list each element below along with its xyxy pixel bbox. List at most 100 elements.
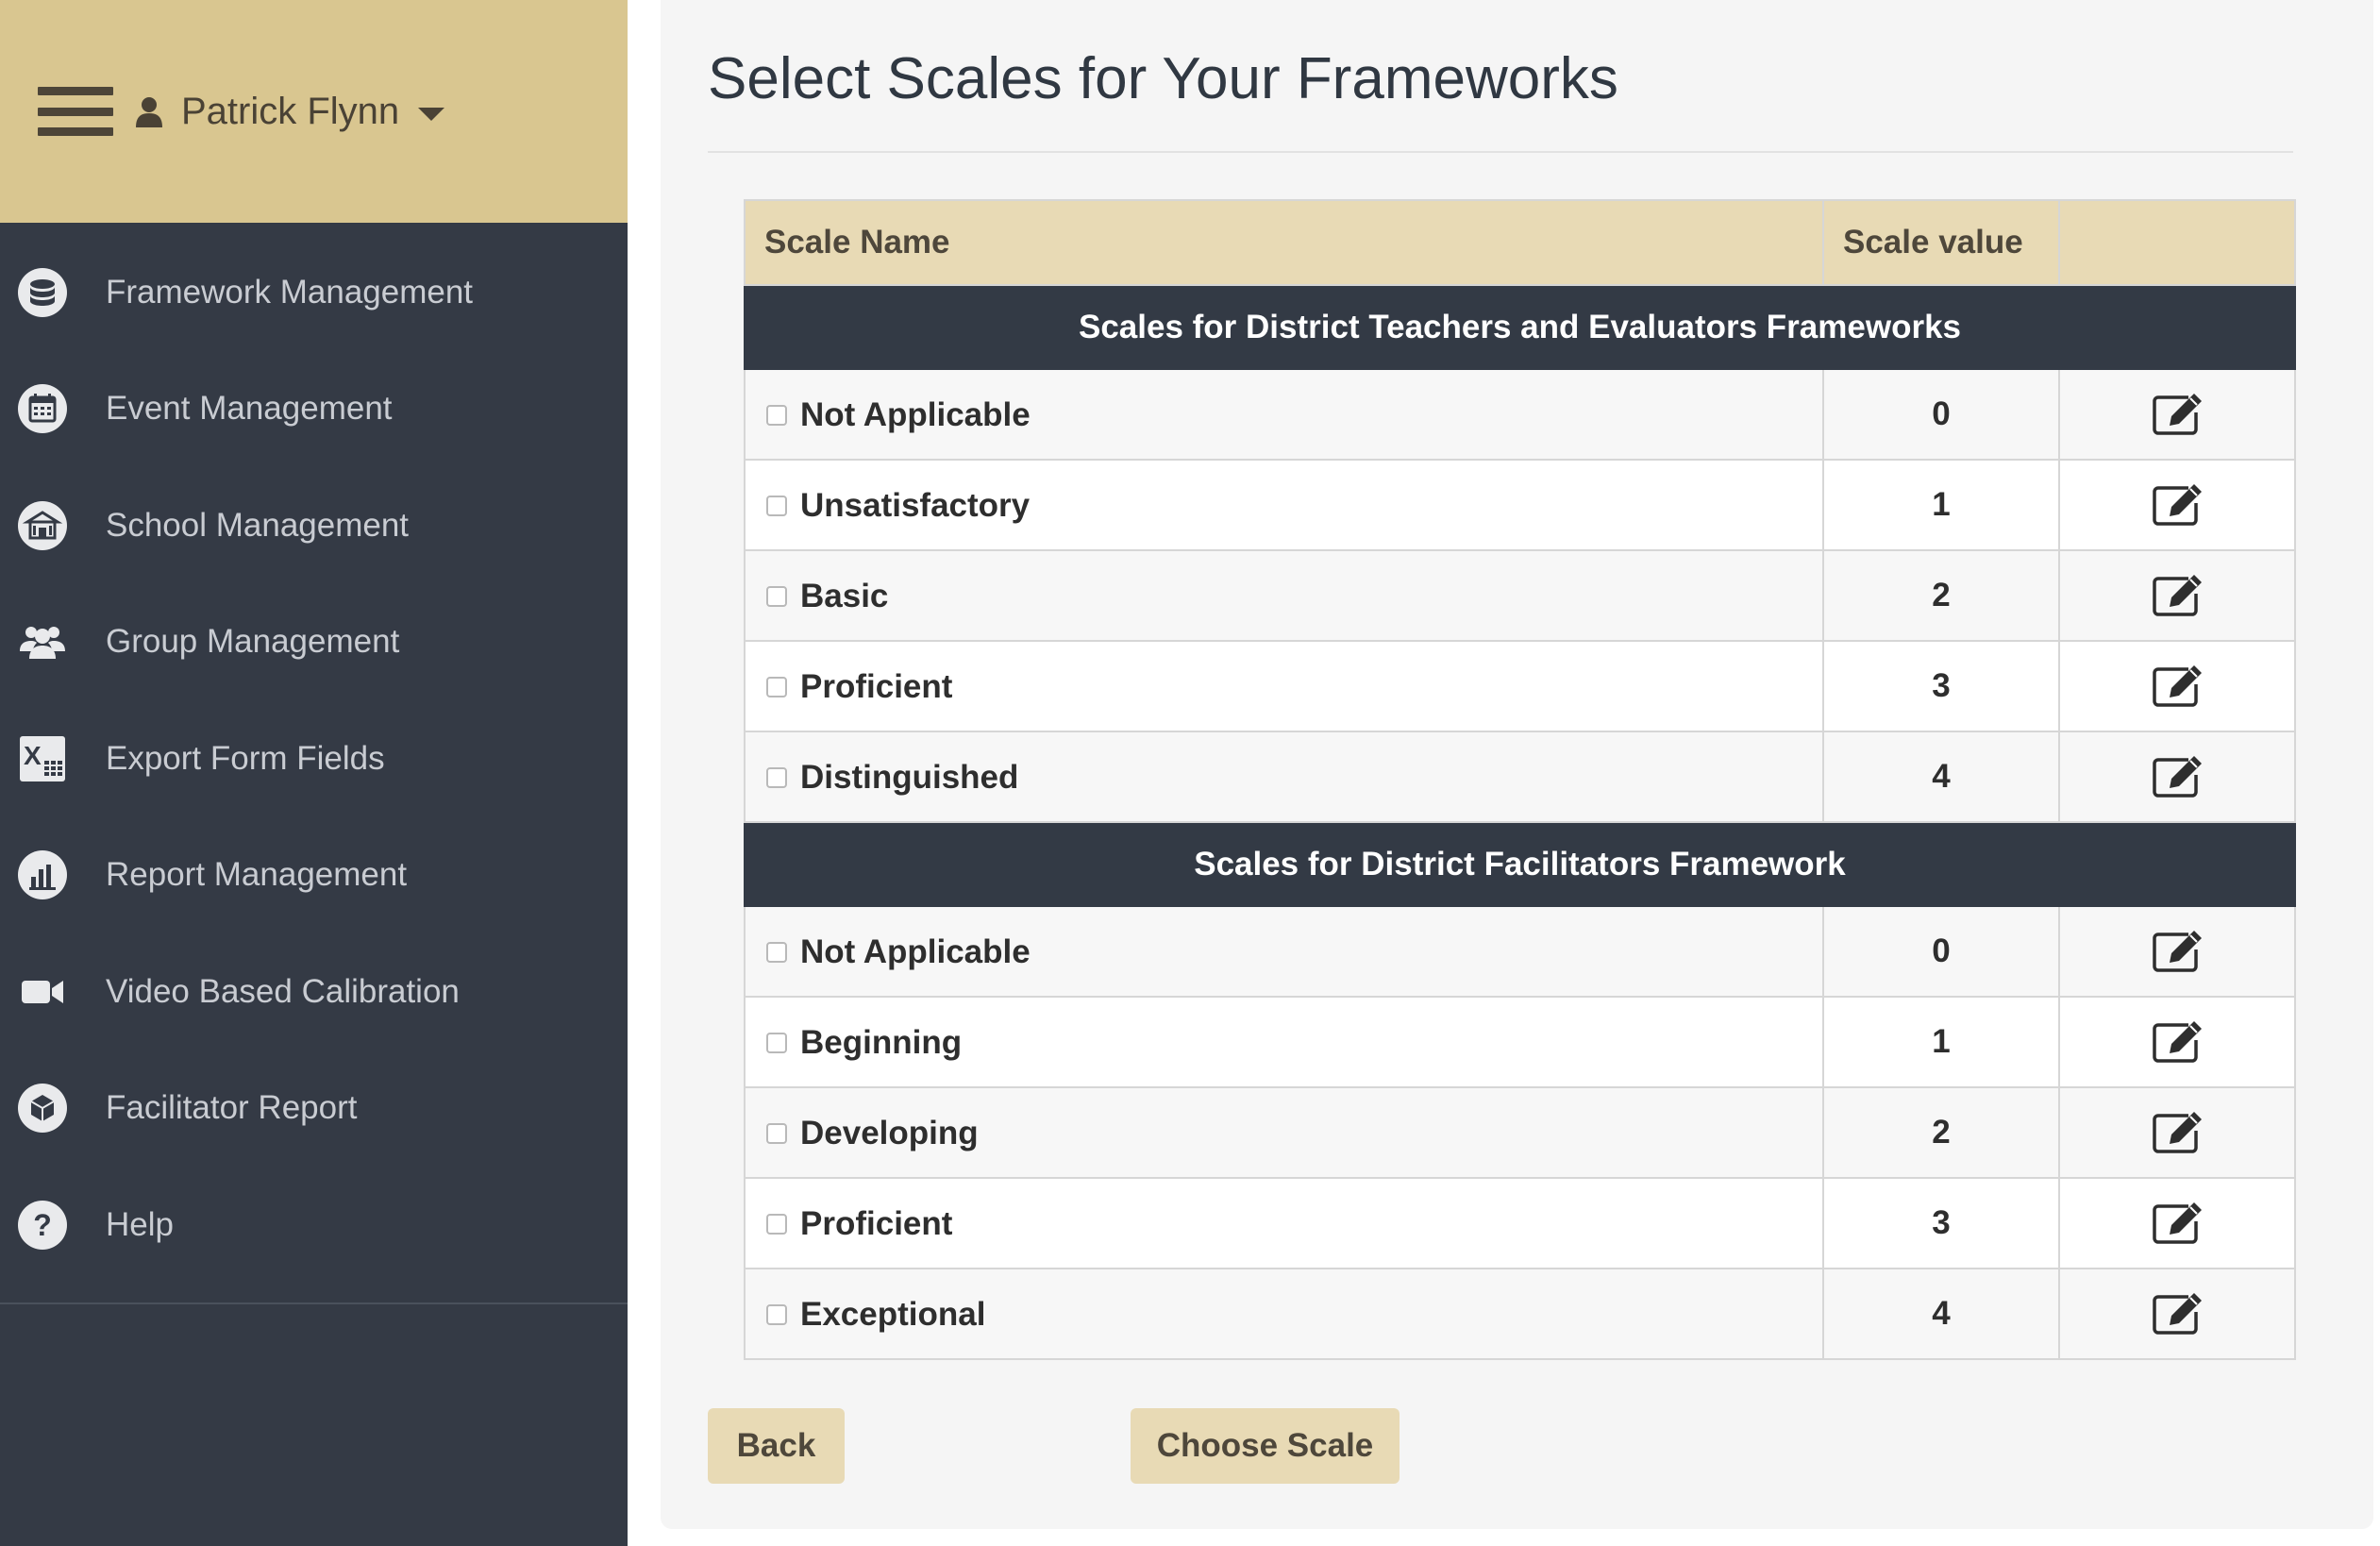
sidebar-item-label: Facilitator Report [106, 1089, 358, 1127]
scale-name: Proficient [800, 1204, 953, 1242]
chevron-down-icon[interactable] [418, 108, 445, 121]
sidebar: Patrick Flynn Framework Management Event… [0, 0, 628, 1546]
sidebar-item-event-management[interactable]: Event Management [0, 351, 628, 468]
calendar-icon [15, 381, 70, 436]
scale-name: Basic [800, 577, 889, 614]
column-header-scale-name: Scale Name [744, 199, 1824, 286]
hamburger-menu-icon[interactable] [38, 87, 113, 136]
edit-icon[interactable] [2151, 575, 2204, 616]
scale-value: 2 [1822, 549, 2060, 642]
edit-icon[interactable] [2151, 484, 2204, 526]
edit-cell [2058, 459, 2296, 551]
users-icon [15, 614, 70, 669]
bar-chart-icon [15, 848, 70, 902]
scale-checkbox[interactable] [766, 941, 787, 963]
svg-text:X: X [24, 741, 42, 770]
edit-icon[interactable] [2151, 1021, 2204, 1063]
sidebar-item-label: Event Management [106, 390, 393, 428]
table-row: Distinguished 4 [744, 731, 2296, 823]
back-button[interactable]: Back [708, 1408, 845, 1484]
scale-value: 4 [1822, 731, 2060, 823]
sidebar-item-facilitator-report[interactable]: Facilitator Report [0, 1050, 628, 1168]
scale-name: Exceptional [800, 1295, 986, 1333]
question-icon: ? [15, 1198, 70, 1252]
scale-value: 0 [1822, 368, 2060, 461]
column-header-scale-value: Scale value [1822, 199, 2060, 286]
edit-cell [2058, 640, 2296, 732]
sidebar-header: Patrick Flynn [0, 0, 628, 223]
scale-value: 1 [1822, 459, 2060, 551]
table-row: Unsatisfactory 1 [744, 459, 2296, 551]
choose-scale-button[interactable]: Choose Scale [1131, 1408, 1400, 1484]
scale-checkbox[interactable] [766, 676, 787, 697]
table-row: Exceptional 4 [744, 1268, 2296, 1360]
edit-icon[interactable] [2151, 1293, 2204, 1335]
scale-name-cell: Not Applicable [744, 905, 1824, 998]
video-camera-icon [15, 965, 70, 1019]
edit-icon[interactable] [2151, 931, 2204, 972]
sidebar-item-school-management[interactable]: School Management [0, 467, 628, 584]
scale-name-cell: Not Applicable [744, 368, 1824, 461]
scale-value: 3 [1822, 1177, 2060, 1269]
scale-checkbox[interactable] [766, 766, 787, 788]
scale-value: 4 [1822, 1268, 2060, 1360]
edit-icon[interactable] [2151, 665, 2204, 707]
sidebar-item-help[interactable]: ? Help [0, 1167, 628, 1284]
scales-table: Scale Name Scale value Scales for Distri… [744, 199, 2296, 1360]
user-name[interactable]: Patrick Flynn [181, 91, 399, 133]
group-header-row: Scales for District Teachers and Evaluat… [744, 284, 2296, 370]
edit-icon[interactable] [2151, 1202, 2204, 1244]
column-header-actions [2058, 199, 2296, 286]
scale-checkbox[interactable] [766, 1122, 787, 1144]
scale-checkbox[interactable] [766, 1032, 787, 1053]
sidebar-item-framework-management[interactable]: Framework Management [0, 234, 628, 351]
table-row: Developing 2 [744, 1086, 2296, 1179]
edit-cell [2058, 1268, 2296, 1360]
school-icon [15, 498, 70, 553]
scale-name-cell: Basic [744, 549, 1824, 642]
table-row: Basic 2 [744, 549, 2296, 642]
scale-name: Not Applicable [800, 933, 1031, 970]
edit-icon[interactable] [2151, 1112, 2204, 1153]
sidebar-divider [0, 1302, 628, 1304]
scale-name: Beginning [800, 1023, 963, 1061]
scale-name: Not Applicable [800, 395, 1031, 433]
sidebar-item-label: School Management [106, 506, 410, 544]
report-cube-icon [15, 1081, 70, 1135]
edit-cell [2058, 731, 2296, 823]
scale-name-cell: Exceptional [744, 1268, 1824, 1360]
scale-name-cell: Distinguished [744, 731, 1824, 823]
scale-checkbox[interactable] [766, 1213, 787, 1235]
scale-name: Distinguished [800, 758, 1019, 796]
scale-value: 0 [1822, 905, 2060, 998]
scale-name-cell: Proficient [744, 640, 1824, 732]
page-title: Select Scales for Your Frameworks [708, 46, 1618, 111]
sidebar-item-video-based-calibration[interactable]: Video Based Calibration [0, 933, 628, 1050]
edit-cell [2058, 549, 2296, 642]
scale-checkbox[interactable] [766, 495, 787, 516]
sidebar-item-report-management[interactable]: Report Management [0, 817, 628, 934]
sidebar-item-group-management[interactable]: Group Management [0, 584, 628, 701]
edit-cell [2058, 1086, 2296, 1179]
scale-name-cell: Beginning [744, 996, 1824, 1088]
sidebar-item-label: Report Management [106, 856, 408, 894]
svg-text:?: ? [33, 1208, 52, 1242]
sidebar-item-label: Video Based Calibration [106, 972, 460, 1010]
table-row: Not Applicable 0 [744, 905, 2296, 998]
scale-checkbox[interactable] [766, 1303, 787, 1325]
user-icon [136, 97, 162, 127]
group-title: Scales for District Facilitators Framewo… [744, 821, 2296, 907]
edit-icon[interactable] [2151, 756, 2204, 798]
edit-cell [2058, 1177, 2296, 1269]
excel-icon: X [15, 731, 70, 786]
scale-name: Proficient [800, 667, 953, 705]
scale-name: Developing [800, 1114, 979, 1151]
scale-checkbox[interactable] [766, 404, 787, 426]
scale-name-cell: Unsatisfactory [744, 459, 1824, 551]
sidebar-item-export-form-fields[interactable]: X Export Form Fields [0, 700, 628, 817]
group-header-row: Scales for District Facilitators Framewo… [744, 821, 2296, 907]
scale-checkbox[interactable] [766, 585, 787, 607]
edit-icon[interactable] [2151, 394, 2204, 435]
table-row: Proficient 3 [744, 640, 2296, 732]
scale-group-teachers: Scales for District Teachers and Evaluat… [744, 284, 2296, 823]
